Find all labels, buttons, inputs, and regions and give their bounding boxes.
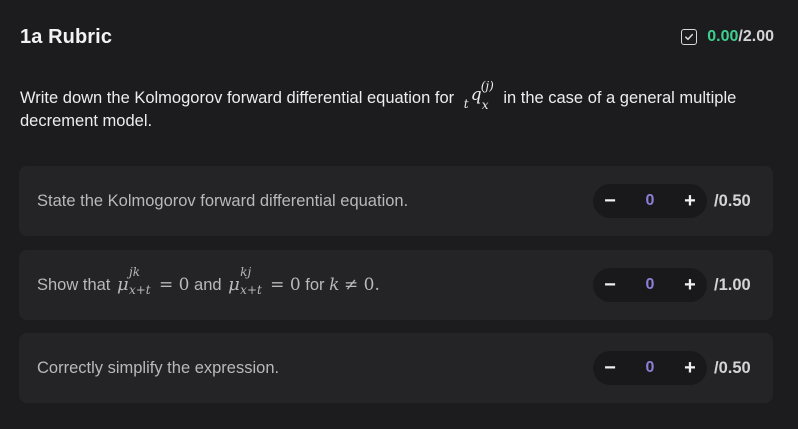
score-earned: 0.00 xyxy=(707,28,739,45)
decrement-button[interactable]: − xyxy=(595,268,625,302)
points-stepper: − 0 + xyxy=(593,184,707,218)
points-value[interactable]: 0 xyxy=(625,192,675,210)
condition-relation: ≠ 0. xyxy=(344,275,380,295)
mu-letter: μ xyxy=(228,274,240,295)
decrement-button[interactable]: − xyxy=(595,351,625,385)
criterion-row: State the Kolmogorov forward differentia… xyxy=(19,166,773,236)
max-points: /0.50 xyxy=(714,358,751,377)
mu-symbol: μ jk x+t xyxy=(115,265,159,297)
mu-superscript: jk xyxy=(128,265,140,279)
condition-variable: k xyxy=(329,275,340,295)
points-value[interactable]: 0 xyxy=(625,276,675,294)
criterion-label: Show that μ jk x+t = 0 and μ kj x+t = 0 … xyxy=(37,250,380,320)
criterion-label-for: for xyxy=(305,275,325,294)
criterion-row: Show that μ jk x+t = 0 and μ kj x+t = 0 … xyxy=(19,250,773,320)
criterion-label-prefix: Show that xyxy=(37,275,111,294)
mu-letter: μ xyxy=(116,274,129,295)
criterion-label: State the Kolmogorov forward differentia… xyxy=(37,191,409,210)
criterion-label-and: and xyxy=(194,275,222,294)
points-stepper: − 0 + xyxy=(593,351,707,385)
probability-prefix: t xyxy=(463,97,469,111)
mu-superscript: kj xyxy=(240,265,252,279)
probability-subscript: x xyxy=(481,98,489,112)
increment-button[interactable]: + xyxy=(675,268,705,302)
question-text-before: Write down the Kolmogorov forward differ… xyxy=(20,89,455,107)
increment-button[interactable]: + xyxy=(675,184,705,218)
equation-rhs: = 0 xyxy=(158,275,190,295)
mu-symbol: μ kj x+t xyxy=(226,265,270,297)
checkbox-check-icon xyxy=(681,29,698,45)
probability-symbol: t q (j) x xyxy=(459,79,499,112)
mu-subscript: x+t xyxy=(240,283,262,297)
criterion-row: Correctly simplify the expression. − 0 +… xyxy=(19,333,773,403)
decrement-button[interactable]: − xyxy=(595,184,625,218)
equation-rhs: = 0 xyxy=(270,275,301,295)
mu-subscript: x+t xyxy=(128,283,151,297)
rubric-panel: 1a Rubric 0.00/2.00 Write down the Kolmo… xyxy=(0,0,798,429)
rubric-header: 1a Rubric 0.00/2.00 xyxy=(20,24,774,50)
points-stepper: − 0 + xyxy=(593,268,707,302)
score-total: 2.00 xyxy=(742,28,774,45)
max-points: /0.50 xyxy=(714,191,751,210)
max-points: /1.00 xyxy=(714,275,751,294)
score-summary: 0.00/2.00 xyxy=(681,28,774,46)
increment-button[interactable]: + xyxy=(675,351,705,385)
question-text: Write down the Kolmogorov forward differ… xyxy=(20,79,758,133)
criterion-label: Correctly simplify the expression. xyxy=(37,358,280,377)
points-value[interactable]: 0 xyxy=(625,359,675,377)
rubric-title: 1a Rubric xyxy=(20,25,113,48)
